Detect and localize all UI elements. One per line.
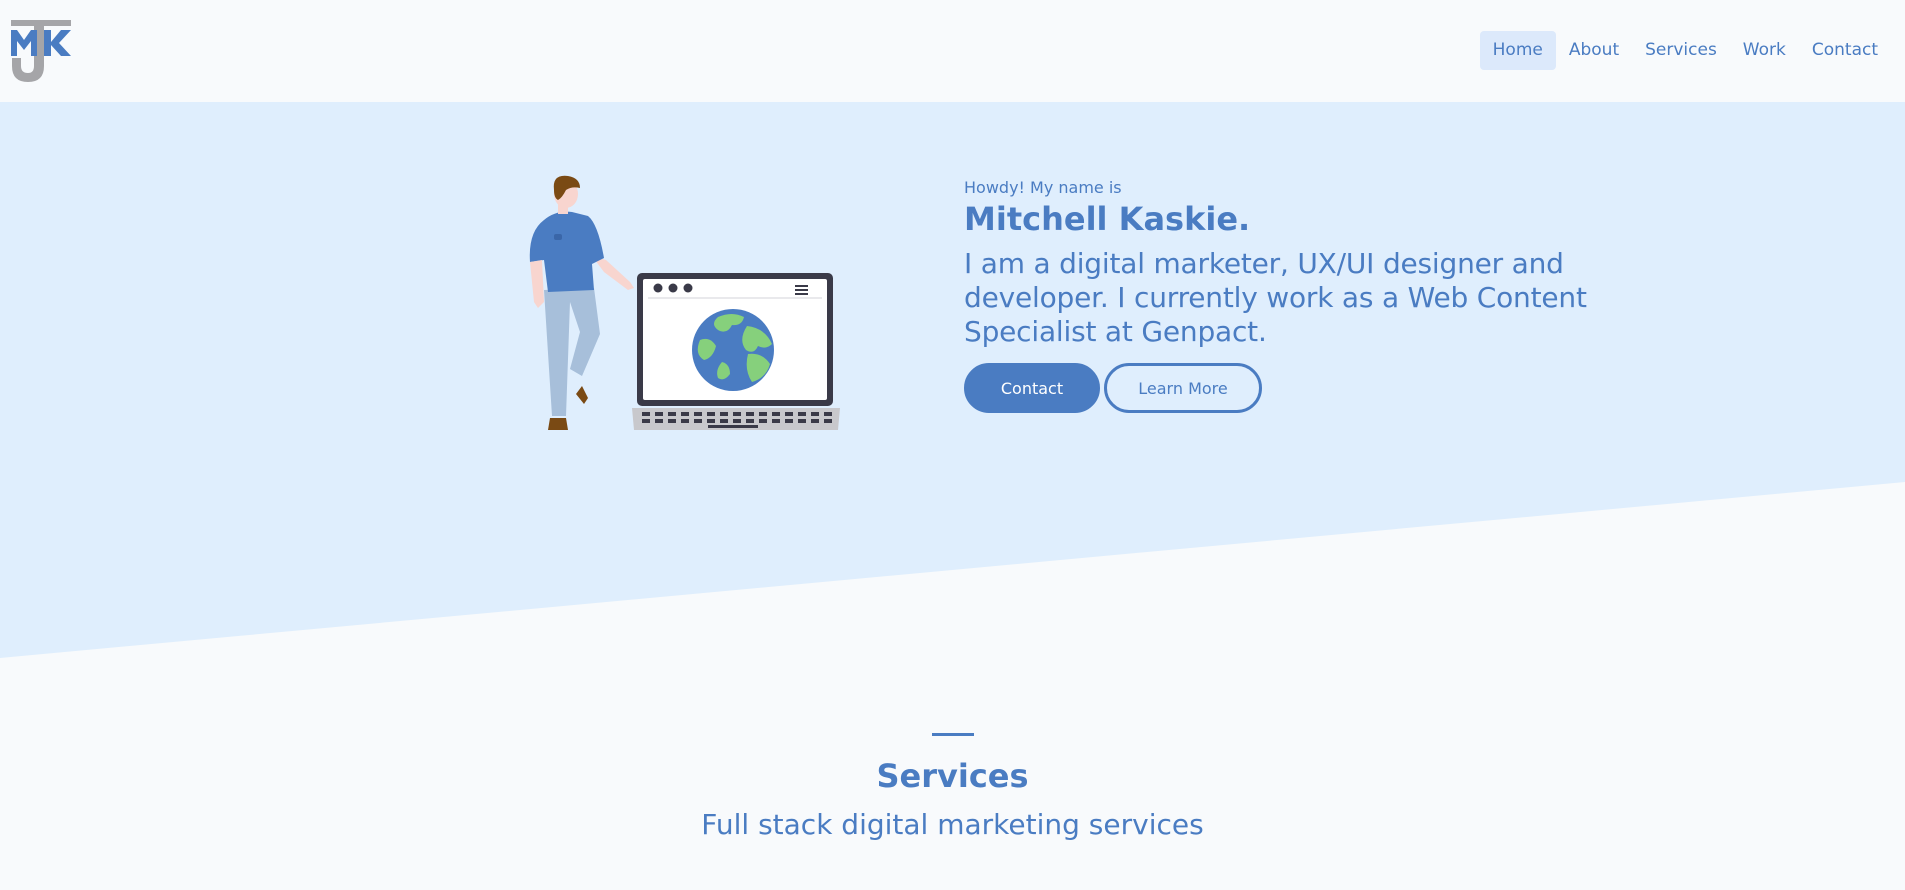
nav-work[interactable]: Work (1730, 31, 1799, 70)
hero-tagline: I am a digital marketer, UX/UI designer … (964, 247, 1587, 348)
services-section: Services Full stack digital marketing se… (0, 733, 1905, 842)
nav-contact[interactable]: Contact (1799, 31, 1891, 70)
site-header: Home About Services Work Contact (0, 0, 1905, 102)
section-divider (931, 733, 974, 736)
mjk-logo-icon[interactable] (11, 20, 73, 82)
nav-services[interactable]: Services (1632, 31, 1730, 70)
nav-about[interactable]: About (1556, 31, 1632, 70)
main-nav: Home About Services Work Contact (1479, 31, 1891, 70)
hero-name: Mitchell Kaskie. (964, 200, 1251, 238)
learn-more-button[interactable]: Learn More (1104, 363, 1262, 413)
services-title: Services (876, 757, 1029, 795)
hero-buttons: Contact Learn More (964, 363, 1624, 413)
nav-home[interactable]: Home (1479, 31, 1556, 70)
services-subtitle: Full stack digital marketing services (701, 808, 1204, 841)
hero-greeting: Howdy! My name is (964, 178, 1122, 197)
man-with-laptop-illustration (529, 175, 840, 430)
contact-button[interactable]: Contact (964, 363, 1100, 413)
hero-content: Howdy! My name is Mitchell Kaskie. I am … (964, 178, 1624, 413)
